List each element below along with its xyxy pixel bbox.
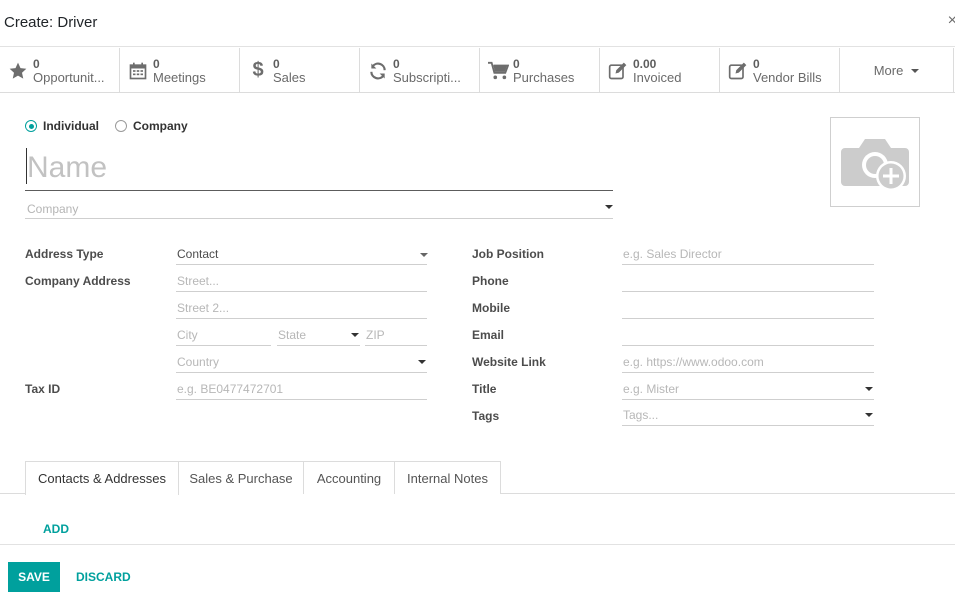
tab-contacts-addresses[interactable]: Contacts & Addresses — [25, 461, 179, 495]
add-contact-link[interactable]: ADD — [43, 522, 69, 536]
street2-input[interactable]: Street 2... — [176, 299, 427, 319]
name-input[interactable] — [25, 145, 613, 191]
partner-type-radio-group: Individual Company — [25, 119, 204, 133]
vendor-bills-button[interactable]: 0 Vendor Bills — [720, 48, 840, 93]
stat-label: Sales — [273, 70, 306, 85]
company-address-label: Company Address — [25, 274, 131, 288]
chevron-down-icon — [911, 68, 920, 73]
opportunities-button[interactable]: 0 Opportunit... — [0, 48, 120, 93]
stat-label: Opportunit... — [33, 70, 105, 85]
dialog-header: Create: Driver × — [0, 0, 955, 47]
sales-button[interactable]: $ 0 Sales — [240, 48, 360, 93]
stat-value: 0 — [33, 56, 40, 71]
more-button[interactable]: More — [840, 48, 954, 93]
state-dropdown-icon[interactable] — [351, 333, 359, 337]
calendar-icon — [126, 59, 150, 83]
title-dropdown-icon[interactable] — [865, 387, 873, 391]
individual-radio-label[interactable]: Individual — [43, 119, 99, 133]
star-icon — [6, 59, 30, 83]
company-dropdown-icon[interactable] — [605, 205, 613, 209]
more-label: More — [873, 63, 904, 78]
individual-radio[interactable] — [25, 120, 37, 132]
stat-label: Meetings — [153, 70, 206, 85]
edit-icon — [726, 59, 750, 83]
close-icon[interactable]: × — [948, 12, 955, 30]
title-select[interactable]: e.g. Mister — [622, 380, 874, 400]
tags-dropdown-icon[interactable] — [865, 413, 873, 417]
tab-accounting[interactable]: Accounting — [303, 461, 395, 494]
city-input[interactable]: City — [176, 326, 271, 346]
website-label: Website Link — [472, 355, 546, 369]
save-button[interactable]: SAVE — [8, 562, 60, 592]
state-select[interactable]: State — [277, 326, 360, 346]
tab-sales-purchase[interactable]: Sales & Purchase — [178, 461, 304, 494]
tags-input[interactable]: Tags... — [622, 406, 874, 426]
stat-label: Purchases — [513, 70, 575, 85]
subscriptions-button[interactable]: 0 Subscripti... — [360, 48, 480, 93]
address-type-dropdown-icon[interactable] — [420, 253, 428, 257]
smart-button-box: 0 Opportunit... 0 Meetings $ 0 Sales 0 Subsc… — [0, 48, 955, 93]
website-input[interactable]: e.g. https://www.odoo.com — [622, 353, 874, 373]
mobile-label: Mobile — [472, 301, 510, 315]
street-input[interactable]: Street... — [176, 272, 427, 292]
job-position-label: Job Position — [472, 247, 544, 261]
dollar-icon: $ — [252, 59, 264, 81]
stat-value: 0 — [753, 56, 760, 71]
email-label: Email — [472, 328, 505, 342]
discard-button[interactable]: DISCARD — [76, 570, 131, 584]
meetings-button[interactable]: 0 Meetings — [120, 48, 240, 93]
stat-label: Vendor Bills — [753, 70, 822, 85]
country-dropdown-icon[interactable] — [418, 360, 426, 364]
phone-label: Phone — [472, 274, 509, 288]
mobile-input[interactable] — [622, 299, 874, 319]
edit-icon — [606, 59, 630, 83]
tags-label: Tags — [472, 409, 500, 423]
title-label: Title — [472, 382, 497, 396]
phone-input[interactable] — [622, 272, 874, 292]
job-position-input[interactable]: e.g. Sales Director — [622, 245, 874, 265]
dialog-footer: SAVE DISCARD — [0, 544, 955, 615]
company-radio-label[interactable]: Company — [133, 119, 188, 133]
purchases-button[interactable]: 0 Purchases — [480, 48, 600, 93]
tax-id-label: Tax ID — [25, 382, 61, 396]
refresh-icon — [366, 59, 390, 83]
stat-value: 0 — [273, 56, 280, 71]
stat-value: 0 — [393, 56, 400, 71]
stat-label: Subscripti... — [393, 70, 461, 85]
company-input[interactable] — [25, 199, 613, 219]
tab-internal-notes[interactable]: Internal Notes — [394, 461, 501, 494]
create-driver-dialog: Create: Driver × 0 Opportunit... 0 Meeting… — [0, 0, 955, 615]
camera-add-icon — [841, 139, 909, 191]
address-type-label: Address Type — [25, 247, 104, 261]
stat-value: 0.00 — [633, 56, 657, 71]
tax-id-input[interactable]: e.g. BE0477472701 — [176, 380, 427, 400]
country-select[interactable]: Country — [176, 353, 427, 373]
company-radio[interactable] — [115, 120, 128, 132]
address-type-select[interactable]: Contact — [176, 245, 427, 265]
stat-value: 0 — [513, 56, 520, 71]
stat-value: 0 — [153, 56, 160, 71]
zip-input[interactable]: ZIP — [365, 326, 427, 346]
dialog-title: Create: Driver — [4, 14, 98, 31]
notebook-tabs: Contacts & Addresses Sales & Purchase Ac… — [0, 461, 955, 495]
avatar-upload[interactable] — [830, 117, 920, 207]
stat-label: Invoiced — [633, 70, 682, 85]
invoiced-button[interactable]: 0.00 Invoiced — [600, 48, 720, 93]
text-cursor — [26, 148, 27, 184]
email-input[interactable] — [622, 326, 874, 346]
cart-icon — [486, 59, 510, 83]
